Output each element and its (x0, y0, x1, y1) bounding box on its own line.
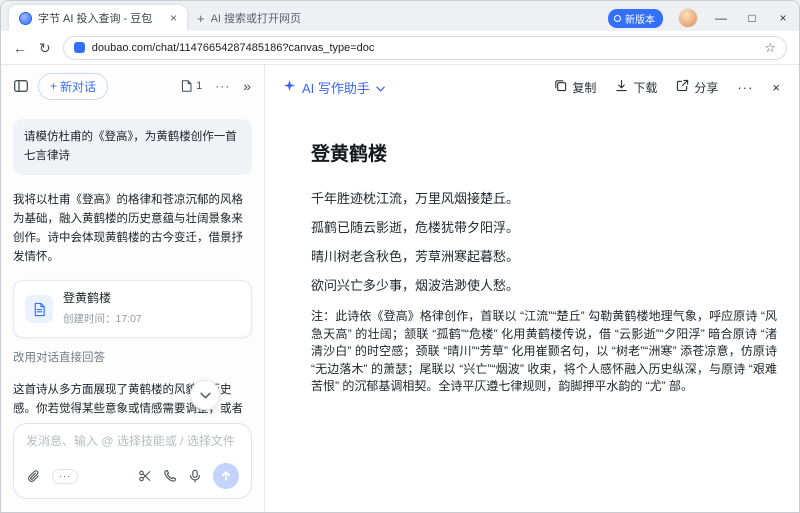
copy-label: 复制 (572, 79, 596, 96)
composer-more-icon[interactable]: ··· (52, 469, 78, 484)
canvas-actions: 复制 下载 分享 ··· × (554, 79, 781, 96)
share-label: 分享 (694, 79, 718, 96)
document-title: 登黄鹤楼 (311, 139, 777, 166)
tab-doubao-chat[interactable]: 字节 AI 投入查询 - 豆包 × (9, 5, 187, 31)
minimize-button[interactable]: — (713, 11, 729, 25)
new-version-label: 新版本 (625, 11, 655, 26)
send-button[interactable] (213, 463, 239, 489)
message-composer[interactable]: ··· (13, 423, 252, 499)
avatar[interactable] (678, 8, 698, 28)
canvas-toolbar: AI 写作助手 复制 (265, 65, 799, 109)
mic-icon[interactable] (188, 469, 202, 483)
plus-icon: + (50, 79, 57, 93)
assistant-message: 我将以杜甫《登高》的格律和苍凉沉郁的风格为基础，融入黄鹤楼的历史意蕴与壮阔景象来… (13, 191, 252, 267)
url-bar[interactable]: doubao.com/chat/11476654287485186?canvas… (63, 36, 787, 60)
canvas-close-icon[interactable]: × (772, 80, 781, 95)
new-chat-label: 新对话 (60, 78, 96, 95)
url-text: doubao.com/chat/11476654287485186?canvas… (92, 42, 758, 54)
main-area: + 新对话 1 ··· » 请模仿杜甫的《登高》，为黄鹤楼创作一首七言律诗 (1, 65, 799, 512)
tab-title: 字节 AI 投入查询 - 豆包 (38, 10, 164, 26)
maximize-button[interactable]: □ (744, 11, 760, 25)
doc-card-title: 登黄鹤楼 (63, 289, 142, 308)
bookmark-star-icon[interactable]: ☆ (764, 40, 776, 56)
download-icon (615, 79, 628, 95)
new-tab-title: AI 搜索或打开网页 (211, 10, 355, 26)
composer-toolbar: ··· (26, 463, 239, 489)
chat-panel-header: + 新对话 1 ··· » (1, 65, 264, 107)
switch-to-chat-link[interactable]: 改用对话直接回答 (13, 349, 105, 368)
poem-line-1: 千年胜迹枕江流，万里风烟接楚丘。 (311, 192, 777, 206)
document-icon (180, 79, 193, 93)
copy-icon (554, 79, 567, 95)
chat-panel: + 新对话 1 ··· » 请模仿杜甫的《登高》，为黄鹤楼创作一首七言律诗 (1, 65, 265, 512)
ai-writer-label: AI 写作助手 (302, 78, 370, 97)
poem-annotation: 注：此诗依《登高》格律创作，首联以 “江流”“楚丘” 勾勒黄鹤楼地理气象，呼应原… (311, 308, 777, 396)
sidebar-toggle-icon[interactable] (13, 78, 29, 94)
canvas-more-icon[interactable]: ··· (737, 80, 753, 95)
share-button[interactable]: 分享 (676, 79, 718, 96)
doc-card-subtitle: 创建时间：17:07 (63, 310, 142, 329)
tab-strip: 字节 AI 投入查询 - 豆包 × + AI 搜索或打开网页 新版本 — □ × (1, 1, 799, 31)
tab-new-search[interactable]: + AI 搜索或打开网页 (187, 5, 365, 31)
collapse-panel-icon[interactable]: » (243, 78, 252, 94)
window-close-button[interactable]: × (775, 11, 791, 25)
copy-button[interactable]: 复制 (554, 79, 596, 96)
document-count: 1 (196, 80, 202, 92)
poem-line-3: 晴川树老含秋色，芳草洲寒起暮愁。 (311, 250, 777, 264)
doc-card-text: 登黄鹤楼 创建时间：17:07 (63, 289, 142, 329)
refresh-icon[interactable]: ↻ (39, 41, 51, 55)
plus-icon: + (197, 11, 205, 26)
update-icon (614, 15, 621, 22)
message-input[interactable] (26, 434, 239, 448)
ai-writer-dropdown[interactable]: AI 写作助手 (283, 78, 385, 97)
attach-icon[interactable] (26, 469, 41, 484)
scroll-to-bottom-button[interactable] (190, 380, 220, 410)
tab-close-icon[interactable]: × (170, 12, 177, 24)
poem-line-4: 欲问兴亡多少事，烟波浩渺使人愁。 (311, 279, 777, 293)
documents-button[interactable]: 1 (180, 79, 202, 93)
poem-line-2: 孤鹤已随云影逝，危楼犹带夕阳浮。 (311, 221, 777, 235)
chevron-down-icon (376, 80, 385, 95)
download-label: 下载 (633, 79, 657, 96)
more-icon[interactable]: ··· (215, 79, 230, 93)
site-icon (74, 42, 85, 53)
tabstrip-right: 新版本 — □ × (608, 5, 791, 31)
sparkle-icon (283, 79, 296, 95)
doc-card[interactable]: 登黄鹤楼 创建时间：17:07 (13, 280, 252, 338)
file-icon (25, 295, 53, 323)
canvas-panel: AI 写作助手 复制 (265, 65, 799, 512)
chat-header-actions: 1 ··· » (180, 78, 252, 94)
address-bar: ← ↻ doubao.com/chat/11476654287485186?ca… (1, 31, 799, 65)
new-chat-button[interactable]: + 新对话 (38, 73, 108, 100)
user-message: 请模仿杜甫的《登高》，为黄鹤楼创作一首七言律诗 (13, 119, 252, 175)
back-icon[interactable]: ← (13, 41, 27, 55)
share-icon (676, 79, 689, 95)
chat-message-list: 请模仿杜甫的《登高》，为黄鹤楼创作一首七言律诗 我将以杜甫《登高》的格律和苍凉沉… (1, 107, 264, 417)
new-version-badge[interactable]: 新版本 (608, 9, 663, 28)
doubao-favicon-icon (19, 12, 32, 25)
browser-window: 字节 AI 投入查询 - 豆包 × + AI 搜索或打开网页 新版本 — □ ×… (0, 0, 800, 513)
download-button[interactable]: 下载 (615, 79, 657, 96)
document-canvas[interactable]: 登黄鹤楼 千年胜迹枕江流，万里风烟接楚丘。 孤鹤已随云影逝，危楼犹带夕阳浮。 晴… (265, 109, 799, 512)
scissors-icon[interactable] (138, 469, 152, 483)
phone-icon[interactable] (163, 469, 177, 483)
